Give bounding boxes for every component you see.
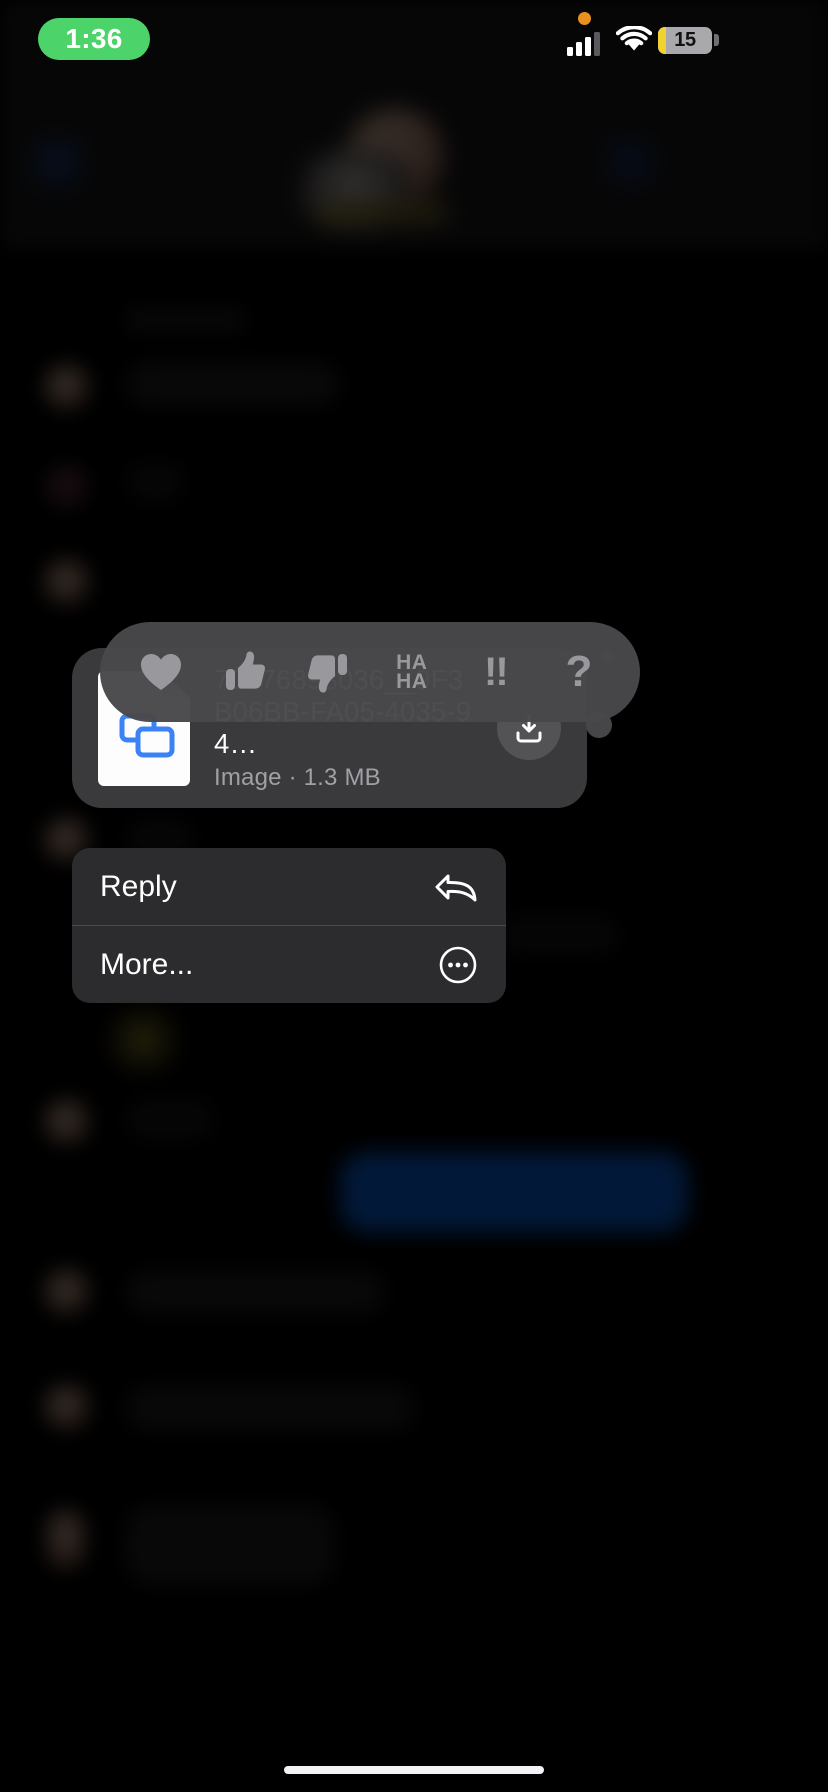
context-menu[interactable]: Reply More... <box>72 848 506 1003</box>
reaction-exclamation-label: !! <box>484 650 509 694</box>
ellipsis-circle-icon <box>439 946 477 983</box>
reaction-thumbs-up-icon[interactable] <box>214 641 276 703</box>
battery-percentage: 15 <box>674 29 696 51</box>
reaction-haha-icon[interactable]: HA HA <box>381 641 443 703</box>
home-indicator <box>284 1766 544 1774</box>
attachment-file-meta: Image · 1.3 MB <box>214 764 381 791</box>
battery-icon: 15 <box>658 27 712 54</box>
menu-item-more-label: More... <box>100 947 194 981</box>
microphone-indicator-icon <box>578 12 591 25</box>
reaction-haha-line2: HA <box>396 670 428 693</box>
reaction-thumbs-down-icon[interactable] <box>297 641 359 703</box>
reaction-heart-icon[interactable] <box>130 641 192 703</box>
reaction-exclamation-icon[interactable]: !! <box>464 641 526 703</box>
reaction-question-icon[interactable]: ? <box>548 641 610 703</box>
phone-screen: 1:36 15 HA HA !! ? 4… Image · 1.3 MB Rep… <box>0 0 828 1792</box>
tapback-reaction-bar[interactable]: HA HA !! ? <box>100 622 640 722</box>
status-bar: 1:36 15 <box>0 0 828 96</box>
status-time: 1:36 <box>65 23 123 54</box>
cellular-signal-icon <box>567 28 605 56</box>
wifi-icon <box>616 26 652 51</box>
menu-item-reply-label: Reply <box>100 869 177 903</box>
menu-item-more[interactable]: More... <box>72 926 506 1003</box>
reaction-question-label: ? <box>565 647 593 696</box>
status-time-pill: 1:36 <box>38 18 150 60</box>
menu-item-reply[interactable]: Reply <box>72 848 506 925</box>
battery-tip-icon <box>714 34 719 46</box>
reply-arrow-icon <box>435 874 477 901</box>
